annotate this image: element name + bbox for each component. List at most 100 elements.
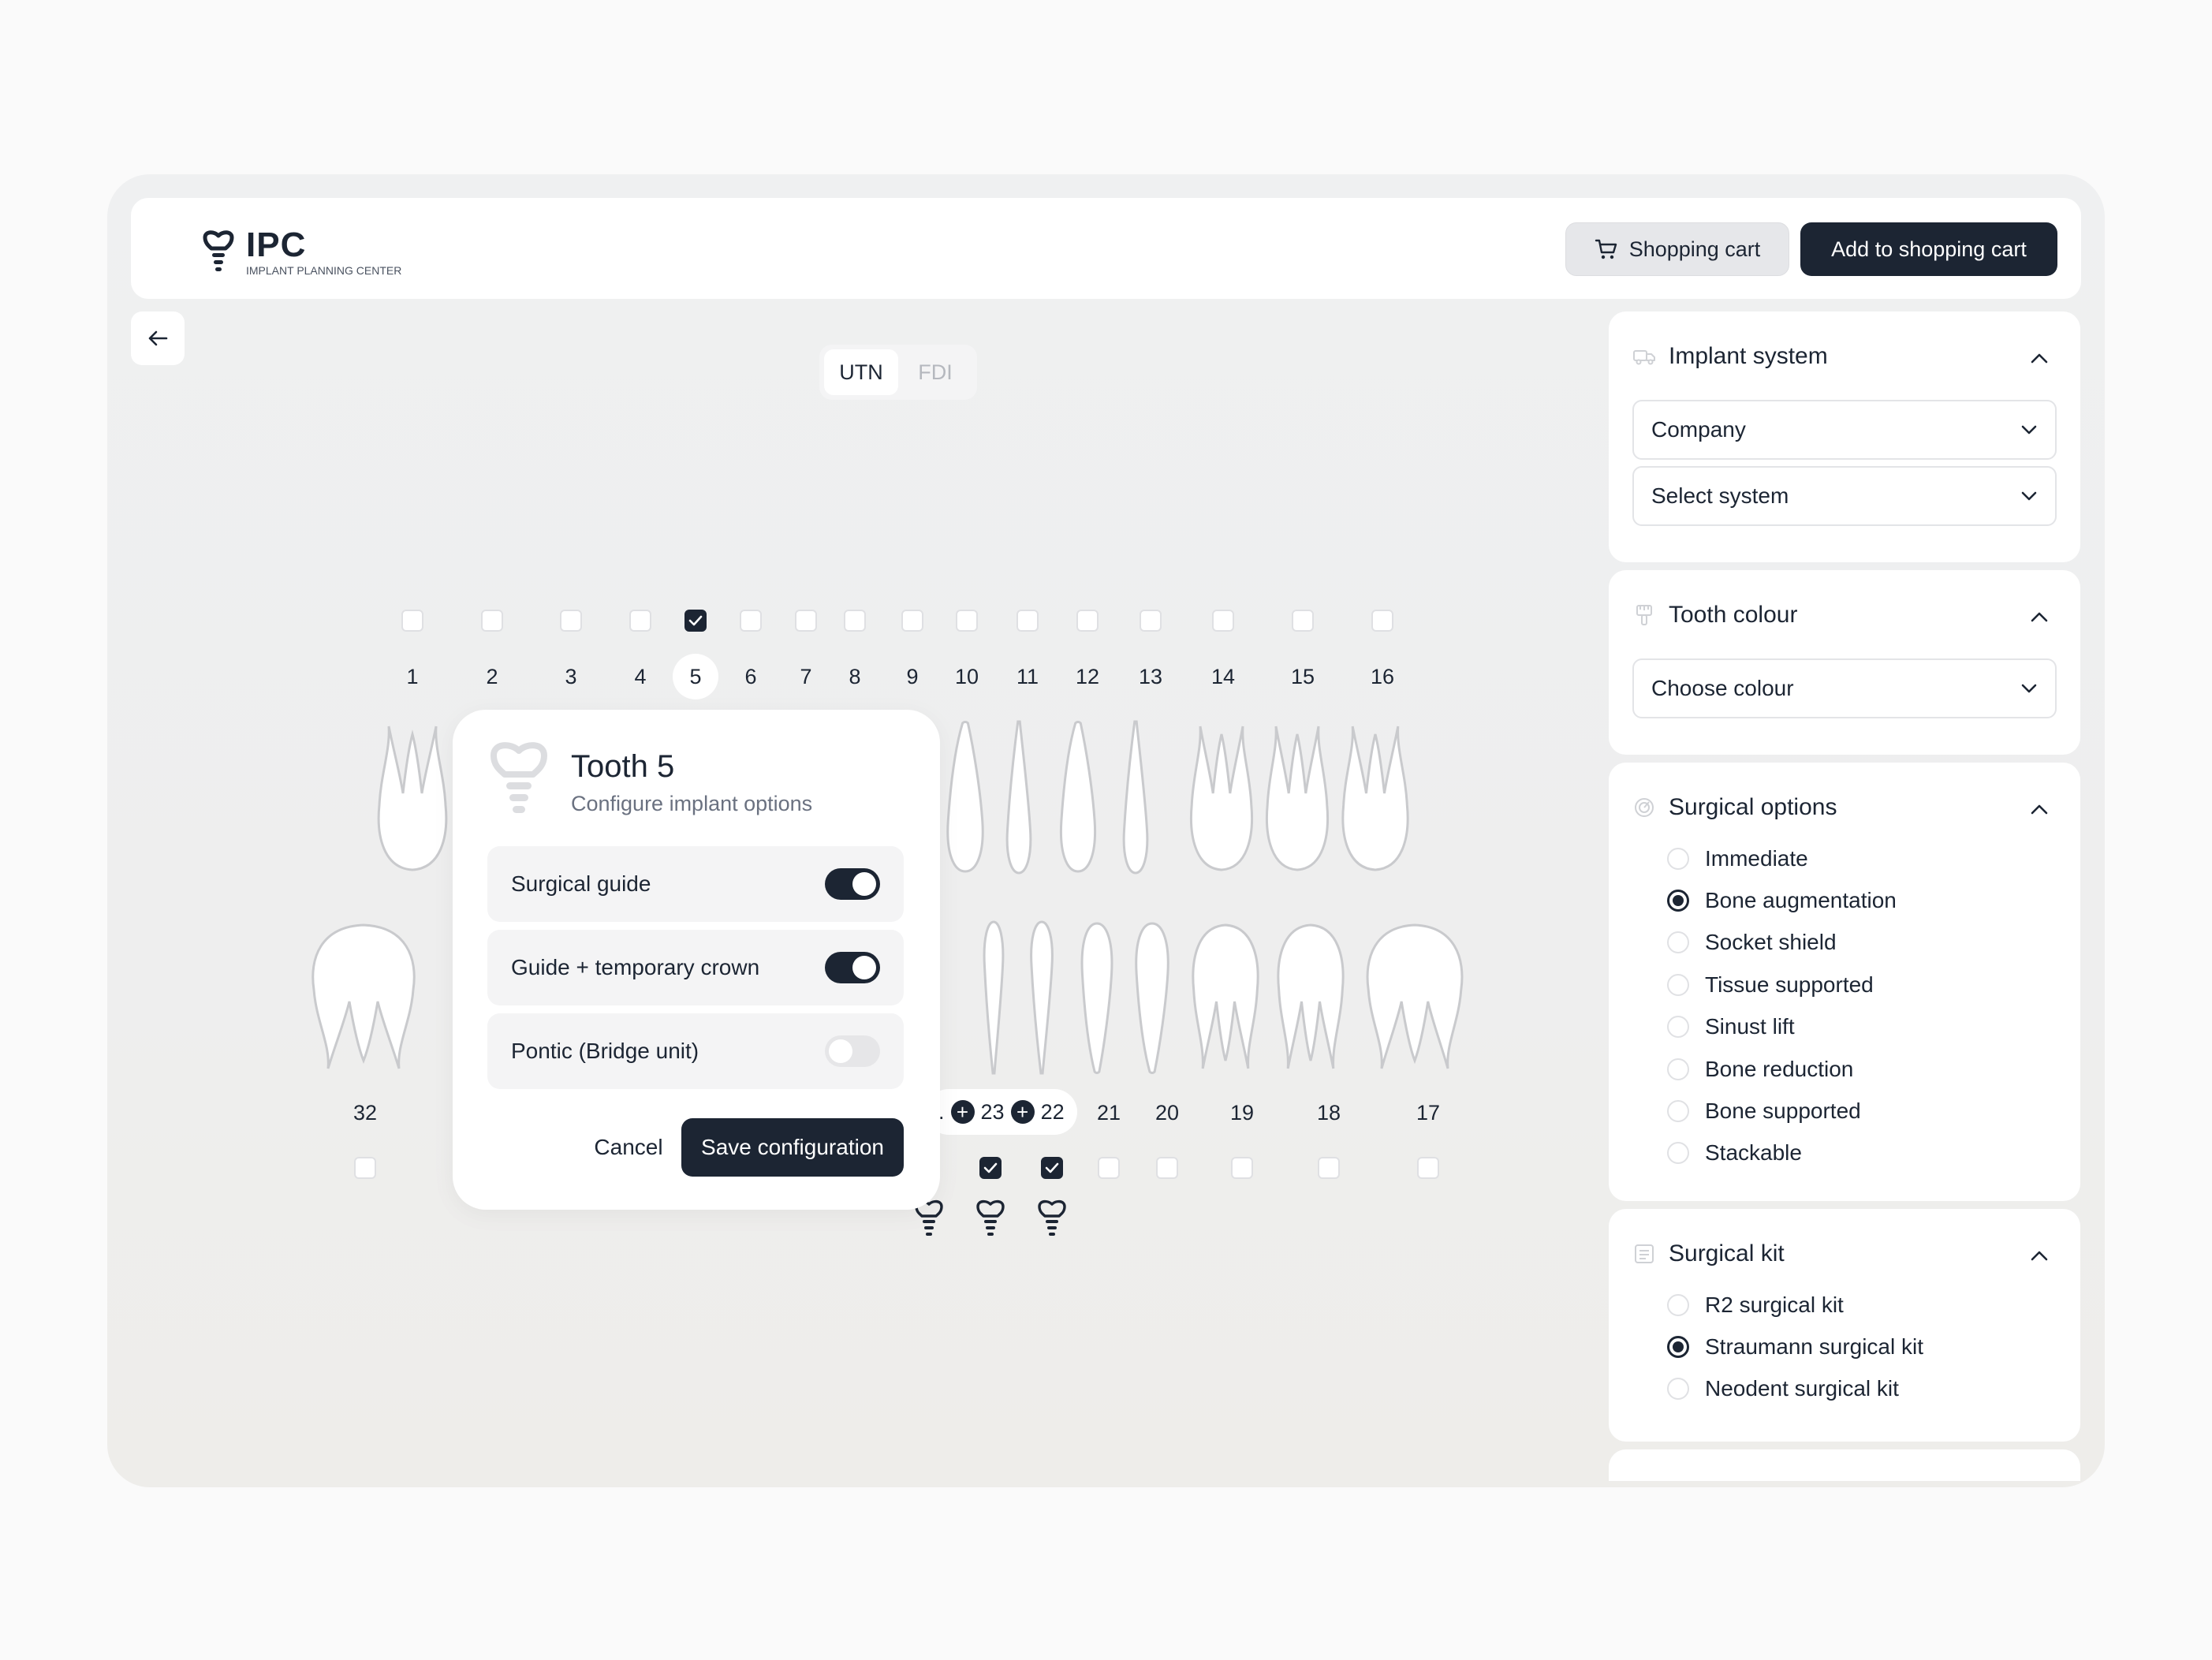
radio-button[interactable] [1667, 1100, 1689, 1123]
radio-option[interactable]: Stackable [1667, 1132, 1897, 1174]
tooth-number-18[interactable]: 18 [1317, 1101, 1341, 1125]
lower-tooth-32[interactable] [304, 919, 423, 1076]
tooth-checkbox-14[interactable] [1212, 610, 1234, 632]
radio-option[interactable]: Tissue supported [1667, 964, 1897, 1005]
tooth-colour-header[interactable]: Tooth colour [1632, 602, 1797, 629]
tooth-number-12[interactable]: 12 [1076, 665, 1099, 689]
radio-button[interactable] [1667, 973, 1689, 996]
tooth-checkbox-6[interactable] [740, 610, 762, 632]
tooth-checkbox-19[interactable] [1231, 1157, 1253, 1179]
lower-tooth-20[interactable] [1188, 919, 1263, 1076]
tooth-checkbox-9[interactable] [901, 610, 923, 632]
lower-tooth-23[interactable] [1020, 919, 1063, 1076]
company-select[interactable]: Company [1632, 400, 2057, 460]
lower-tooth-21[interactable] [1128, 919, 1177, 1076]
radio-option[interactable]: Neodent surgical kit [1667, 1368, 1923, 1410]
chevron-up-icon[interactable] [2030, 353, 2049, 364]
tooth-number-23[interactable]: 23 [981, 1100, 1005, 1125]
tooth-number-17[interactable]: 17 [1416, 1101, 1440, 1125]
radio-option[interactable]: Sinust lift [1667, 1006, 1897, 1048]
radio-option[interactable]: Bone supported [1667, 1090, 1897, 1132]
lower-tooth-22[interactable] [1074, 919, 1120, 1076]
surgical-guide-toggle[interactable] [825, 868, 880, 900]
radio-button[interactable] [1667, 890, 1689, 912]
colour-select[interactable]: Choose colour [1632, 658, 2057, 718]
tooth-checkbox-16[interactable] [1371, 610, 1393, 632]
lower-tooth-24[interactable] [975, 919, 1013, 1076]
pontic-toggle[interactable] [825, 1035, 880, 1067]
tooth-checkbox-12[interactable] [1076, 610, 1099, 632]
radio-button[interactable] [1667, 931, 1689, 954]
tooth-checkbox-20[interactable] [1156, 1157, 1178, 1179]
upper-tooth-13[interactable] [1186, 718, 1257, 876]
radio-button[interactable] [1667, 1142, 1689, 1165]
tooth-number-20[interactable]: 20 [1155, 1101, 1179, 1125]
upper-tooth-11[interactable] [1052, 718, 1104, 876]
radio-button[interactable] [1667, 1293, 1689, 1316]
tooth-checkbox-5[interactable] [684, 610, 707, 632]
tooth-checkbox-23[interactable] [979, 1157, 1002, 1179]
upper-tooth-10[interactable] [995, 718, 1043, 876]
chevron-up-icon[interactable] [2030, 611, 2049, 622]
tooth-checkbox-32[interactable] [354, 1157, 376, 1179]
plus-icon[interactable]: + [950, 1100, 975, 1124]
tooth-checkbox-3[interactable] [560, 610, 582, 632]
radio-button[interactable] [1667, 1336, 1689, 1359]
upper-tooth-15[interactable] [1337, 718, 1413, 876]
tooth-checkbox-15[interactable] [1292, 610, 1314, 632]
tooth-checkbox-17[interactable] [1417, 1157, 1439, 1179]
tooth-number-7[interactable]: 7 [800, 665, 811, 689]
tooth-number-21[interactable]: 21 [1097, 1101, 1121, 1125]
tooth-number-4[interactable]: 4 [634, 665, 646, 689]
tooth-checkbox-11[interactable] [1016, 610, 1039, 632]
tooth-checkbox-8[interactable] [844, 610, 866, 632]
surgical-options-header[interactable]: Surgical options [1632, 794, 1837, 821]
lower-tooth-19[interactable] [1273, 919, 1348, 1076]
guide-temporary-crown-toggle[interactable] [825, 952, 880, 983]
radio-button[interactable] [1667, 1378, 1689, 1401]
plus-icon[interactable]: + [1010, 1100, 1035, 1124]
lower-tooth-18[interactable] [1360, 919, 1470, 1076]
tooth-number-15[interactable]: 15 [1291, 665, 1315, 689]
radio-button[interactable] [1667, 1016, 1689, 1039]
add-to-cart-button[interactable]: Add to shopping cart [1800, 222, 2057, 276]
tooth-number-9[interactable]: 9 [906, 665, 918, 689]
upper-tooth-14[interactable] [1262, 718, 1333, 876]
radio-option[interactable]: Immediate [1667, 837, 1897, 879]
tooth-checkbox-18[interactable] [1318, 1157, 1340, 1179]
tooth-checkbox-1[interactable] [401, 610, 423, 632]
tooth-checkbox-4[interactable] [629, 610, 651, 632]
upper-tooth-9[interactable] [938, 718, 992, 876]
radio-option[interactable]: R2 surgical kit [1667, 1284, 1923, 1326]
tooth-number-13[interactable]: 13 [1139, 665, 1162, 689]
tooth-checkbox-10[interactable] [956, 610, 978, 632]
radio-option[interactable]: Socket shield [1667, 922, 1897, 964]
radio-option[interactable]: Bone reduction [1667, 1048, 1897, 1090]
save-configuration-button[interactable]: Save configuration [681, 1118, 904, 1177]
cancel-button[interactable]: Cancel [577, 1118, 680, 1177]
chevron-up-icon[interactable] [2030, 1250, 2049, 1261]
tooth-number-16[interactable]: 16 [1371, 665, 1394, 689]
implant-system-header[interactable]: Implant system [1632, 343, 1828, 370]
tooth-number-8[interactable]: 8 [849, 665, 860, 689]
tooth-checkbox-22[interactable] [1041, 1157, 1063, 1179]
tooth-number-19[interactable]: 19 [1230, 1101, 1254, 1125]
tooth-checkbox-7[interactable] [795, 610, 817, 632]
upper-tooth-12[interactable] [1112, 718, 1159, 876]
radio-option[interactable]: Bone augmentation [1667, 879, 1897, 921]
tooth-number-22[interactable]: 22 [1041, 1100, 1065, 1125]
tooth-number-2[interactable]: 2 [486, 665, 498, 689]
radio-button[interactable] [1667, 1058, 1689, 1080]
radio-option[interactable]: Straumann surgical kit [1667, 1326, 1923, 1367]
tooth-number-32[interactable]: 32 [353, 1101, 377, 1125]
tooth-checkbox-2[interactable] [481, 610, 503, 632]
tooth-number-11[interactable]: 11 [1016, 665, 1039, 689]
tooth-number-6[interactable]: 6 [744, 665, 756, 689]
tooth-number-5[interactable]: 5 [673, 654, 718, 699]
surgical-kit-header[interactable]: Surgical kit [1632, 1240, 1785, 1267]
tooth-number-1[interactable]: 1 [406, 665, 418, 689]
tooth-number-14[interactable]: 14 [1211, 665, 1235, 689]
chevron-up-icon[interactable] [2030, 804, 2049, 815]
radio-button[interactable] [1667, 847, 1689, 870]
tooth-checkbox-21[interactable] [1098, 1157, 1120, 1179]
